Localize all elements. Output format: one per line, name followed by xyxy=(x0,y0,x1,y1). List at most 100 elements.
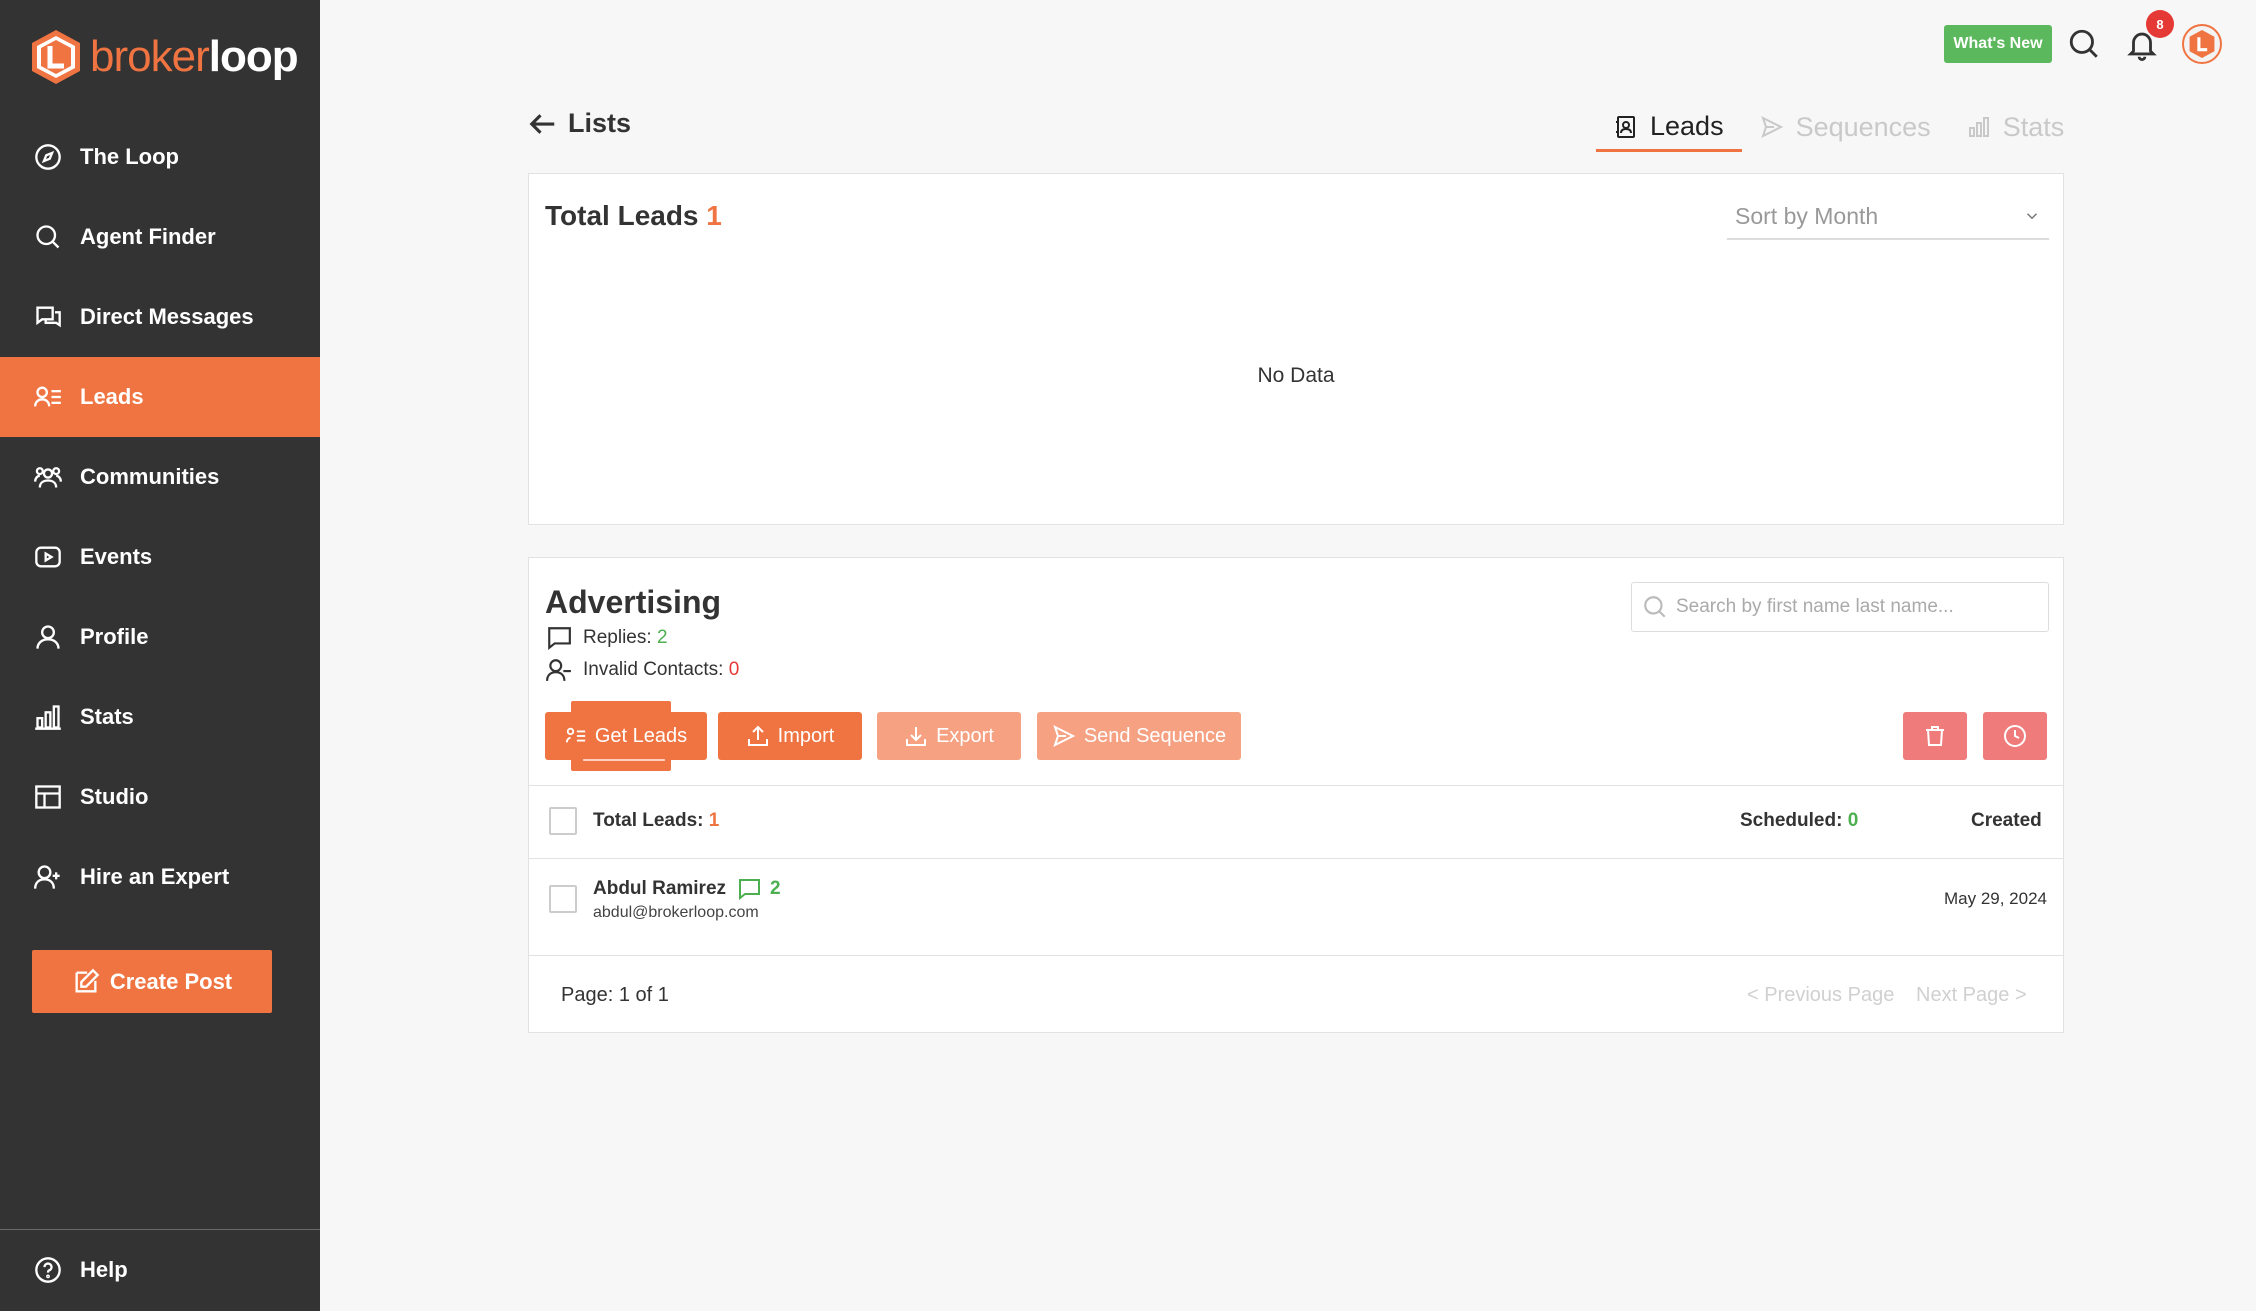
help-icon xyxy=(33,1255,63,1285)
compass-icon xyxy=(33,142,63,172)
create-post-label: Create Post xyxy=(109,968,233,994)
sidebar-item-events[interactable]: Events xyxy=(0,517,320,597)
sort-select[interactable]: Sort by Month xyxy=(1727,194,2049,240)
bar-chart-icon xyxy=(1968,117,1989,137)
avatar[interactable] xyxy=(2182,24,2222,64)
sidebar-item-communities[interactable]: Communities xyxy=(0,437,320,517)
users-icon xyxy=(33,462,63,492)
sidebar-item-stats[interactable]: Stats xyxy=(0,677,320,757)
whats-new-button[interactable]: What's New xyxy=(1944,25,2052,63)
lead-name: Abdul Ramirez 2 xyxy=(593,877,781,901)
divider xyxy=(529,785,2063,786)
select-all-checkbox[interactable] xyxy=(549,807,577,835)
send-sequence-label: Send Sequence xyxy=(1083,724,1227,747)
leads-list-icon xyxy=(565,727,586,743)
bar-chart-icon xyxy=(33,702,63,732)
total-leads-label: Total Leads: xyxy=(593,810,704,831)
lead-created-date: May 29, 2024 xyxy=(1943,889,2047,908)
download-icon xyxy=(906,727,927,746)
sidebar-nav: The Loop Agent Finder Direct Messages Le… xyxy=(0,117,320,917)
table-header-total-leads: Total Leads: 1 xyxy=(593,810,719,832)
scheduled-label: Scheduled: xyxy=(1740,810,1843,831)
notification-badge: 8 xyxy=(2146,10,2174,38)
page-info: Page: 1 of 1 xyxy=(561,984,669,1006)
replies-value: 2 xyxy=(656,627,668,648)
trash-icon xyxy=(1926,726,1944,746)
send-icon xyxy=(1053,725,1076,747)
lead-name-text: Abdul Ramirez xyxy=(593,878,727,899)
back-to-lists[interactable]: Lists xyxy=(528,108,631,139)
brand-logo-icon xyxy=(32,30,80,84)
invalid-contacts-stat: Invalid Contacts: 0 xyxy=(545,657,739,683)
sidebar-item-the-loop[interactable]: The Loop xyxy=(0,117,320,197)
sidebar-item-help[interactable]: Help xyxy=(0,1230,320,1310)
tabs: Leads Sequences Stats xyxy=(1596,104,2082,152)
get-leads-underline xyxy=(583,759,665,761)
comment-icon xyxy=(548,627,571,651)
table-header-created: Created xyxy=(1971,810,2042,831)
search-box xyxy=(1631,582,2049,632)
tab-leads[interactable]: Leads xyxy=(1596,104,1742,152)
arrow-left-icon xyxy=(529,113,555,134)
replies-stat: Replies: 2 xyxy=(545,625,668,651)
tab-label: Leads xyxy=(1650,111,1724,141)
sidebar-item-label: The Loop xyxy=(80,144,179,169)
page-title: Lists xyxy=(568,108,632,138)
delete-button[interactable] xyxy=(1903,712,1967,760)
sidebar-item-label: Hire an Expert xyxy=(80,864,230,889)
sidebar-item-label: Communities xyxy=(80,464,220,489)
empty-state-text: No Data xyxy=(1257,364,1335,387)
sidebar-item-label: Profile xyxy=(80,624,149,649)
search-icon xyxy=(33,222,63,252)
send-sequence-button[interactable]: Send Sequence xyxy=(1037,712,1241,760)
search-input[interactable] xyxy=(1676,596,2036,618)
schedule-button[interactable] xyxy=(1983,712,2047,760)
send-icon xyxy=(1760,116,1783,138)
leads-summary-panel: Total Leads 1 Sort by Month No Data xyxy=(528,173,2064,525)
create-post-button[interactable]: Create Post xyxy=(32,950,272,1013)
tab-label: Sequences xyxy=(1795,111,1931,142)
sort-select-value: Sort by Month xyxy=(1735,202,1879,229)
sidebar-item-label: Agent Finder xyxy=(80,224,216,249)
sidebar-item-label: Events xyxy=(80,544,153,569)
row-checkbox[interactable] xyxy=(549,885,577,913)
clock-icon xyxy=(2004,725,2026,747)
tab-label: Stats xyxy=(2002,111,2065,142)
get-leads-button[interactable]: Get Leads xyxy=(545,712,707,760)
sidebar-item-leads[interactable]: Leads xyxy=(0,357,320,437)
edit-icon xyxy=(75,968,100,992)
previous-page-link[interactable]: < Previous Page xyxy=(1747,984,1894,1007)
sidebar-item-direct-messages[interactable]: Direct Messages xyxy=(0,277,320,357)
export-label: Export xyxy=(936,724,994,747)
sidebar-item-label: Help xyxy=(80,1257,128,1282)
sidebar-item-profile[interactable]: Profile xyxy=(0,597,320,677)
user-plus-icon xyxy=(33,862,63,892)
brand-logo[interactable]: brokerloop xyxy=(30,26,299,88)
upload-icon xyxy=(747,725,768,746)
sidebar-item-agent-finder[interactable]: Agent Finder xyxy=(0,197,320,277)
brand-logo-icon xyxy=(2189,30,2215,58)
import-label: Import xyxy=(777,724,835,747)
sidebar-item-hire-an-expert[interactable]: Hire an Expert xyxy=(0,837,320,917)
tab-sequences[interactable]: Sequences xyxy=(1742,104,1949,150)
total-leads-count: 1 xyxy=(706,200,722,231)
tab-stats[interactable]: Stats xyxy=(1949,104,2083,150)
sidebar: brokerloop The Loop Agent Finder Direct … xyxy=(0,0,320,1311)
sidebar-item-studio[interactable]: Studio xyxy=(0,757,320,837)
comment-icon xyxy=(739,879,761,901)
chat-icon xyxy=(33,302,63,332)
next-page-link[interactable]: Next Page > xyxy=(1916,984,2027,1007)
sidebar-item-label: Direct Messages xyxy=(80,304,254,329)
brand-name: brokerloop xyxy=(90,32,299,81)
list-title: Advertising xyxy=(545,584,722,620)
replies-label: Replies: xyxy=(583,627,652,648)
sidebar-item-label: Studio xyxy=(80,784,149,809)
get-leads-label: Get Leads xyxy=(594,724,688,747)
total-leads-label: Total Leads xyxy=(545,200,699,231)
total-leads-heading: Total Leads 1 xyxy=(545,200,722,232)
chevron-down-icon xyxy=(2026,213,2038,220)
import-button[interactable]: Import xyxy=(718,712,862,760)
search-icon[interactable] xyxy=(2064,24,2104,64)
invalid-contacts-label: Invalid Contacts: xyxy=(583,659,724,680)
export-button[interactable]: Export xyxy=(877,712,1021,760)
